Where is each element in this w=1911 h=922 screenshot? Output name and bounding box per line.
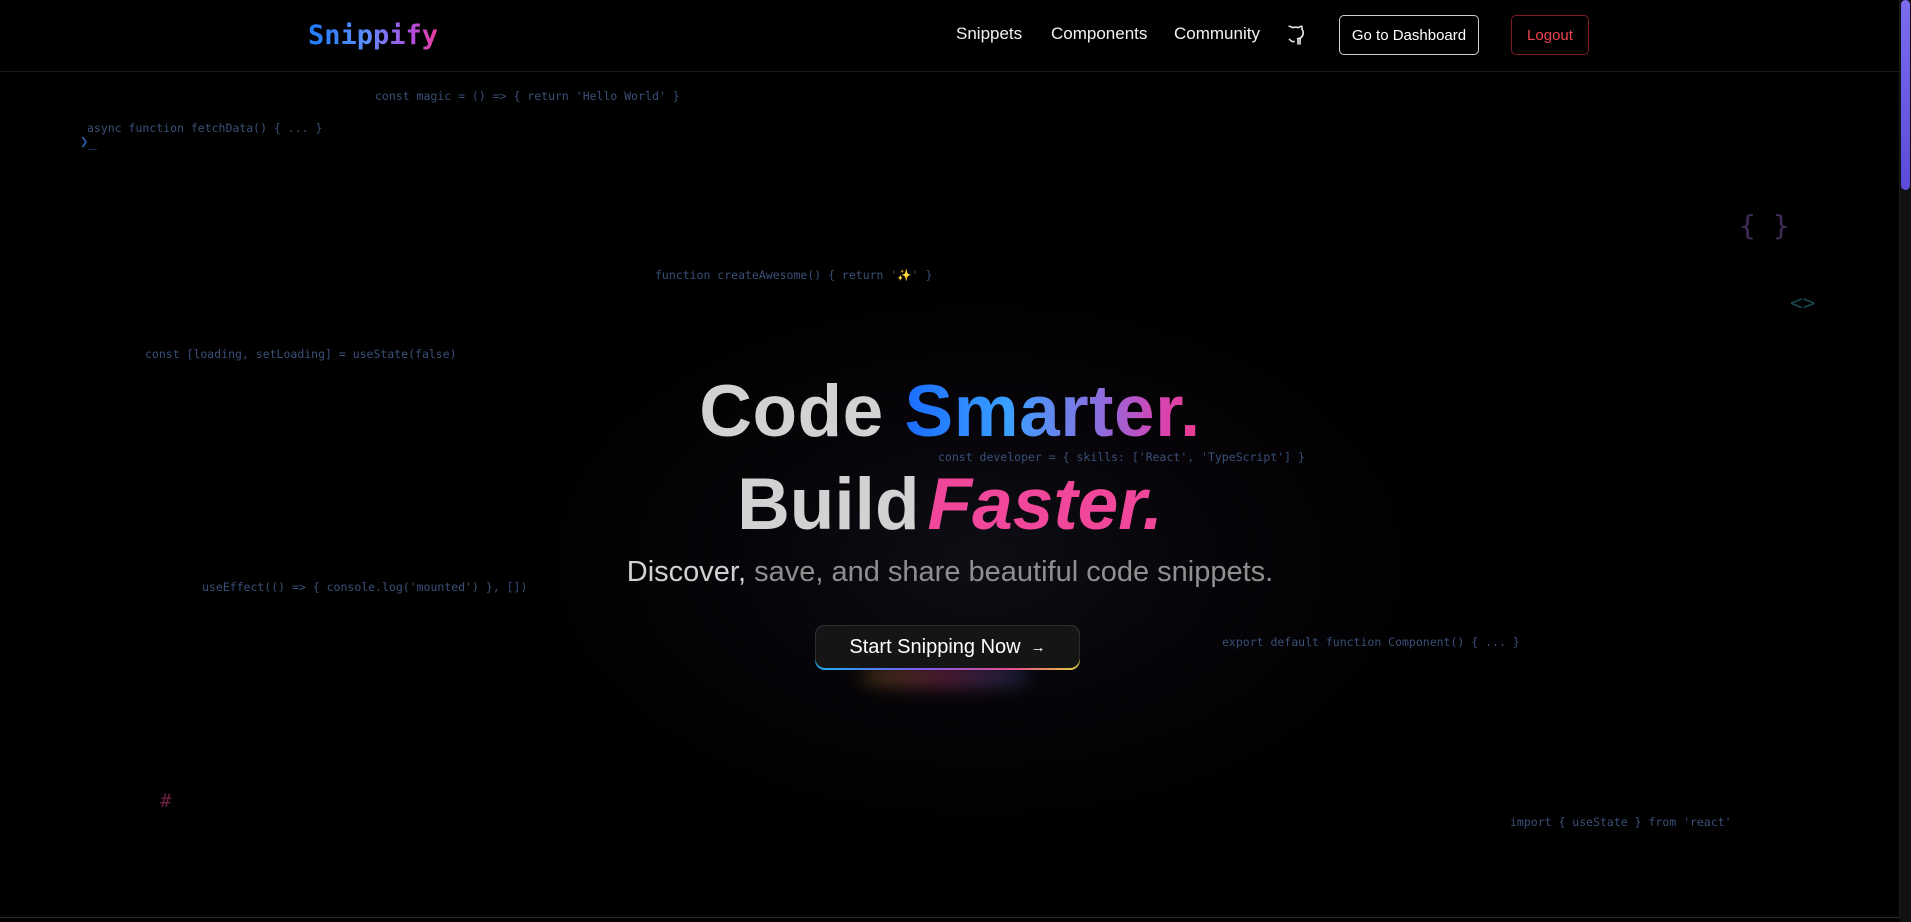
nav-link-components[interactable]: Components xyxy=(1051,24,1147,44)
nav-link-snippets[interactable]: Snippets xyxy=(956,24,1022,44)
page: const magic = () => { return 'Hello Worl… xyxy=(0,0,1900,918)
hero-title-accent: Smarter. xyxy=(904,371,1201,452)
bg-code-snippet: const magic = () => { return 'Hello Worl… xyxy=(375,89,680,103)
arrow-right-icon: → xyxy=(1030,638,1046,656)
start-snipping-button[interactable]: Start Snipping Now → xyxy=(815,625,1080,668)
go-to-dashboard-button[interactable]: Go to Dashboard xyxy=(1339,15,1479,55)
bg-code-snippet: function createAwesome() { return '✨' } xyxy=(655,268,933,282)
bg-code-snippet: const [loading, setLoading] = useState(f… xyxy=(145,347,457,361)
hero-subtitle-lead: Discover, xyxy=(626,556,747,588)
top-nav: Snippify Snippets Components Community G… xyxy=(0,0,1899,72)
hero-title-line-1: Code Smarter. xyxy=(0,370,1899,453)
brand-logo[interactable]: Snippify xyxy=(308,20,438,51)
hero-subtitle-rest: save, and share beautiful code snippets. xyxy=(746,556,1274,588)
terminal-prompt-icon: ❯_ xyxy=(80,134,97,150)
hero-title-accent: Faster. xyxy=(927,464,1163,545)
bg-code-snippet: async function fetchData() { ... } xyxy=(87,121,323,135)
angle-brackets-icon: <> xyxy=(1790,291,1816,315)
hash-icon: # xyxy=(160,790,172,812)
bg-code-snippet: export default function Component() { ..… xyxy=(1222,635,1520,649)
braces-icon: { } xyxy=(1739,209,1790,242)
github-icon[interactable] xyxy=(1287,24,1307,46)
nav-link-community[interactable]: Community xyxy=(1174,24,1260,44)
hero-title-plain: Code xyxy=(699,371,884,452)
scrollbar-thumb[interactable] xyxy=(1901,0,1910,190)
bg-code-snippet: import { useState } from 'react' xyxy=(1510,815,1732,829)
hero-title-plain: Build xyxy=(737,464,920,545)
hero-title-line-2: Build Faster. xyxy=(0,463,1899,546)
logout-button[interactable]: Logout xyxy=(1511,15,1589,55)
hero-subtitle: Discover, save, and share beautiful code… xyxy=(0,556,1899,589)
cta-label: Start Snipping Now xyxy=(849,635,1021,658)
cta-border: Start Snipping Now → xyxy=(815,625,1080,670)
